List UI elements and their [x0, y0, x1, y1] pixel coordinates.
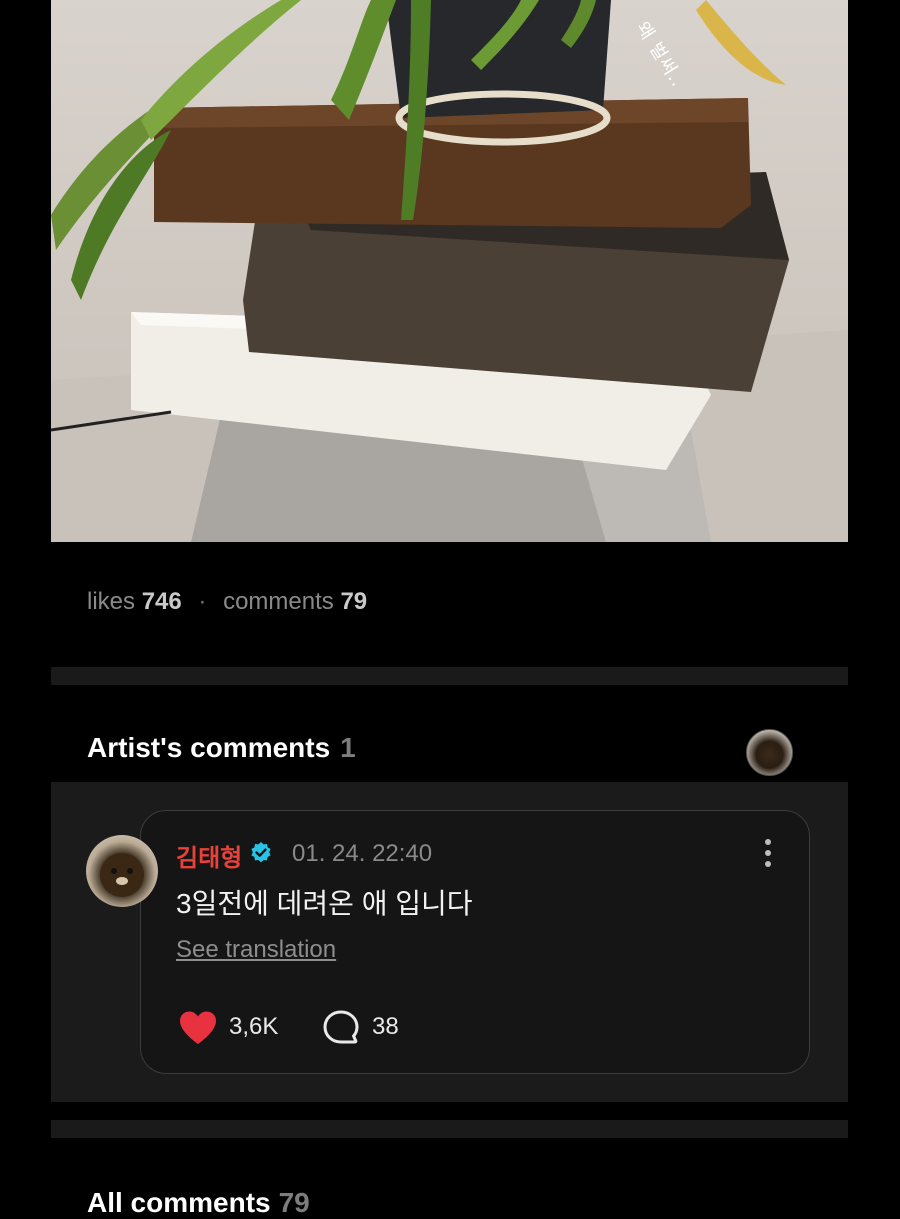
section-divider — [51, 1120, 848, 1138]
more-options-icon[interactable] — [760, 836, 776, 870]
all-comments-label: All comments — [87, 1187, 271, 1218]
reply-bubble-icon[interactable] — [322, 1009, 360, 1047]
plant-on-stones-illustration — [51, 0, 848, 542]
section-divider — [51, 667, 848, 685]
all-comments-title: All comments 79 — [87, 1187, 310, 1219]
post-stats: likes 746 · comments 79 — [87, 588, 367, 616]
comment-like-count: 3,6K — [229, 1013, 279, 1040]
artist-avatar-small[interactable] — [746, 729, 793, 776]
artist-comments-count: 1 — [340, 732, 356, 763]
post-image[interactable]: 왜 벌써.. — [51, 0, 848, 542]
artist-comments-title: Artist's comments 1 — [87, 732, 356, 764]
comment-text: 3일전에 데려온 애 입니다 — [176, 888, 473, 919]
avatar[interactable] — [86, 835, 158, 907]
dog-avatar-image — [100, 853, 144, 897]
likes-label: likes — [87, 588, 136, 615]
likes-count: 746 — [141, 588, 182, 615]
see-translation-link[interactable]: See translation — [176, 936, 336, 964]
comment-reply-count: 38 — [372, 1013, 399, 1040]
artist-comments-label: Artist's comments — [87, 732, 331, 763]
separator-dot: · — [198, 588, 207, 615]
comments-count[interactable]: 79 — [340, 588, 367, 615]
comment-timestamp: 01. 24. 22:40 — [292, 840, 433, 867]
comments-label[interactable]: comments — [223, 588, 334, 615]
heart-icon[interactable] — [178, 1010, 218, 1046]
all-comments-count: 79 — [278, 1187, 310, 1218]
comment-author[interactable]: 김태형 — [176, 838, 242, 873]
verified-badge-icon — [251, 842, 271, 863]
